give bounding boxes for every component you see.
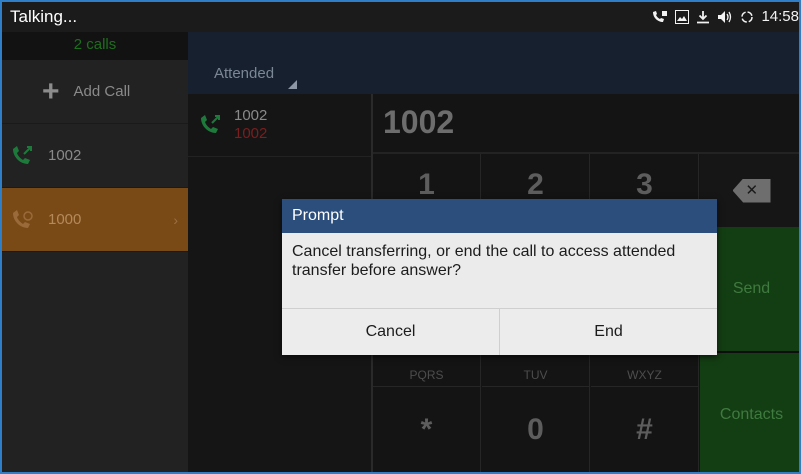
chevron-right-icon: › — [173, 211, 178, 228]
end-button[interactable]: End — [499, 309, 717, 355]
contact-entry[interactable]: 1002 1002 — [188, 94, 371, 157]
contacts-label: Contacts — [719, 405, 784, 423]
clock: 14:58 — [761, 8, 799, 25]
status-title: Talking... — [10, 7, 78, 26]
download-icon — [697, 10, 710, 23]
dropdown-triangle-icon — [288, 80, 297, 89]
sync-icon — [741, 10, 754, 23]
dialog-message: Cancel transferring, or end the call to … — [292, 243, 676, 279]
key-8[interactable]: TUV — [482, 352, 590, 387]
call-list-panel: 2 calls + Add Call 1002 1000 › — [2, 32, 188, 472]
call-status-icon — [653, 10, 668, 22]
status-icons: 14:58 — [651, 8, 799, 25]
transfer-mode-dropdown[interactable]: Attended — [214, 65, 274, 82]
call-item-1000[interactable]: 1000 › — [2, 188, 188, 252]
status-bar: Talking... 14:58 — [2, 2, 799, 32]
call-item-1002[interactable]: 1002 — [2, 124, 188, 188]
call-transfer-icon — [13, 145, 32, 164]
dialog-title: Prompt — [282, 199, 717, 233]
calls-count: 2 calls — [2, 32, 188, 60]
volume-icon — [718, 10, 732, 23]
key-9[interactable]: WXYZ — [591, 352, 699, 387]
key-star[interactable]: * — [373, 387, 481, 472]
call-hold-icon — [13, 209, 33, 228]
dialog-buttons: Cancel End — [282, 308, 717, 355]
add-call-button[interactable]: + Add Call — [2, 60, 188, 124]
number-display: 1002 — [373, 94, 799, 154]
plus-icon: + — [42, 74, 60, 108]
backspace-icon — [732, 178, 771, 203]
call-number: 1000 — [48, 211, 82, 228]
contacts-button[interactable]: Contacts — [700, 351, 799, 472]
dialed-number: 1002 — [383, 104, 455, 140]
phone-screen: Talking... 14:58 2 calls + Add Call 1002… — [0, 0, 801, 474]
call-transfer-icon — [201, 115, 220, 133]
add-call-label: Add Call — [73, 83, 131, 100]
key-hash[interactable]: # — [591, 387, 699, 472]
send-label: Send — [732, 280, 771, 297]
key-0[interactable]: 0 — [482, 387, 590, 472]
key-7[interactable]: PQRS — [373, 352, 481, 387]
image-icon — [675, 9, 690, 24]
prompt-dialog: Prompt Cancel transferring, or end the c… — [282, 199, 717, 355]
call-number: 1002 — [48, 147, 82, 164]
entry-name: 1002 — [234, 125, 268, 142]
entry-number: 1002 — [234, 107, 268, 124]
transfer-mode-header: Attended — [188, 32, 799, 94]
cancel-button[interactable]: Cancel — [282, 309, 499, 355]
